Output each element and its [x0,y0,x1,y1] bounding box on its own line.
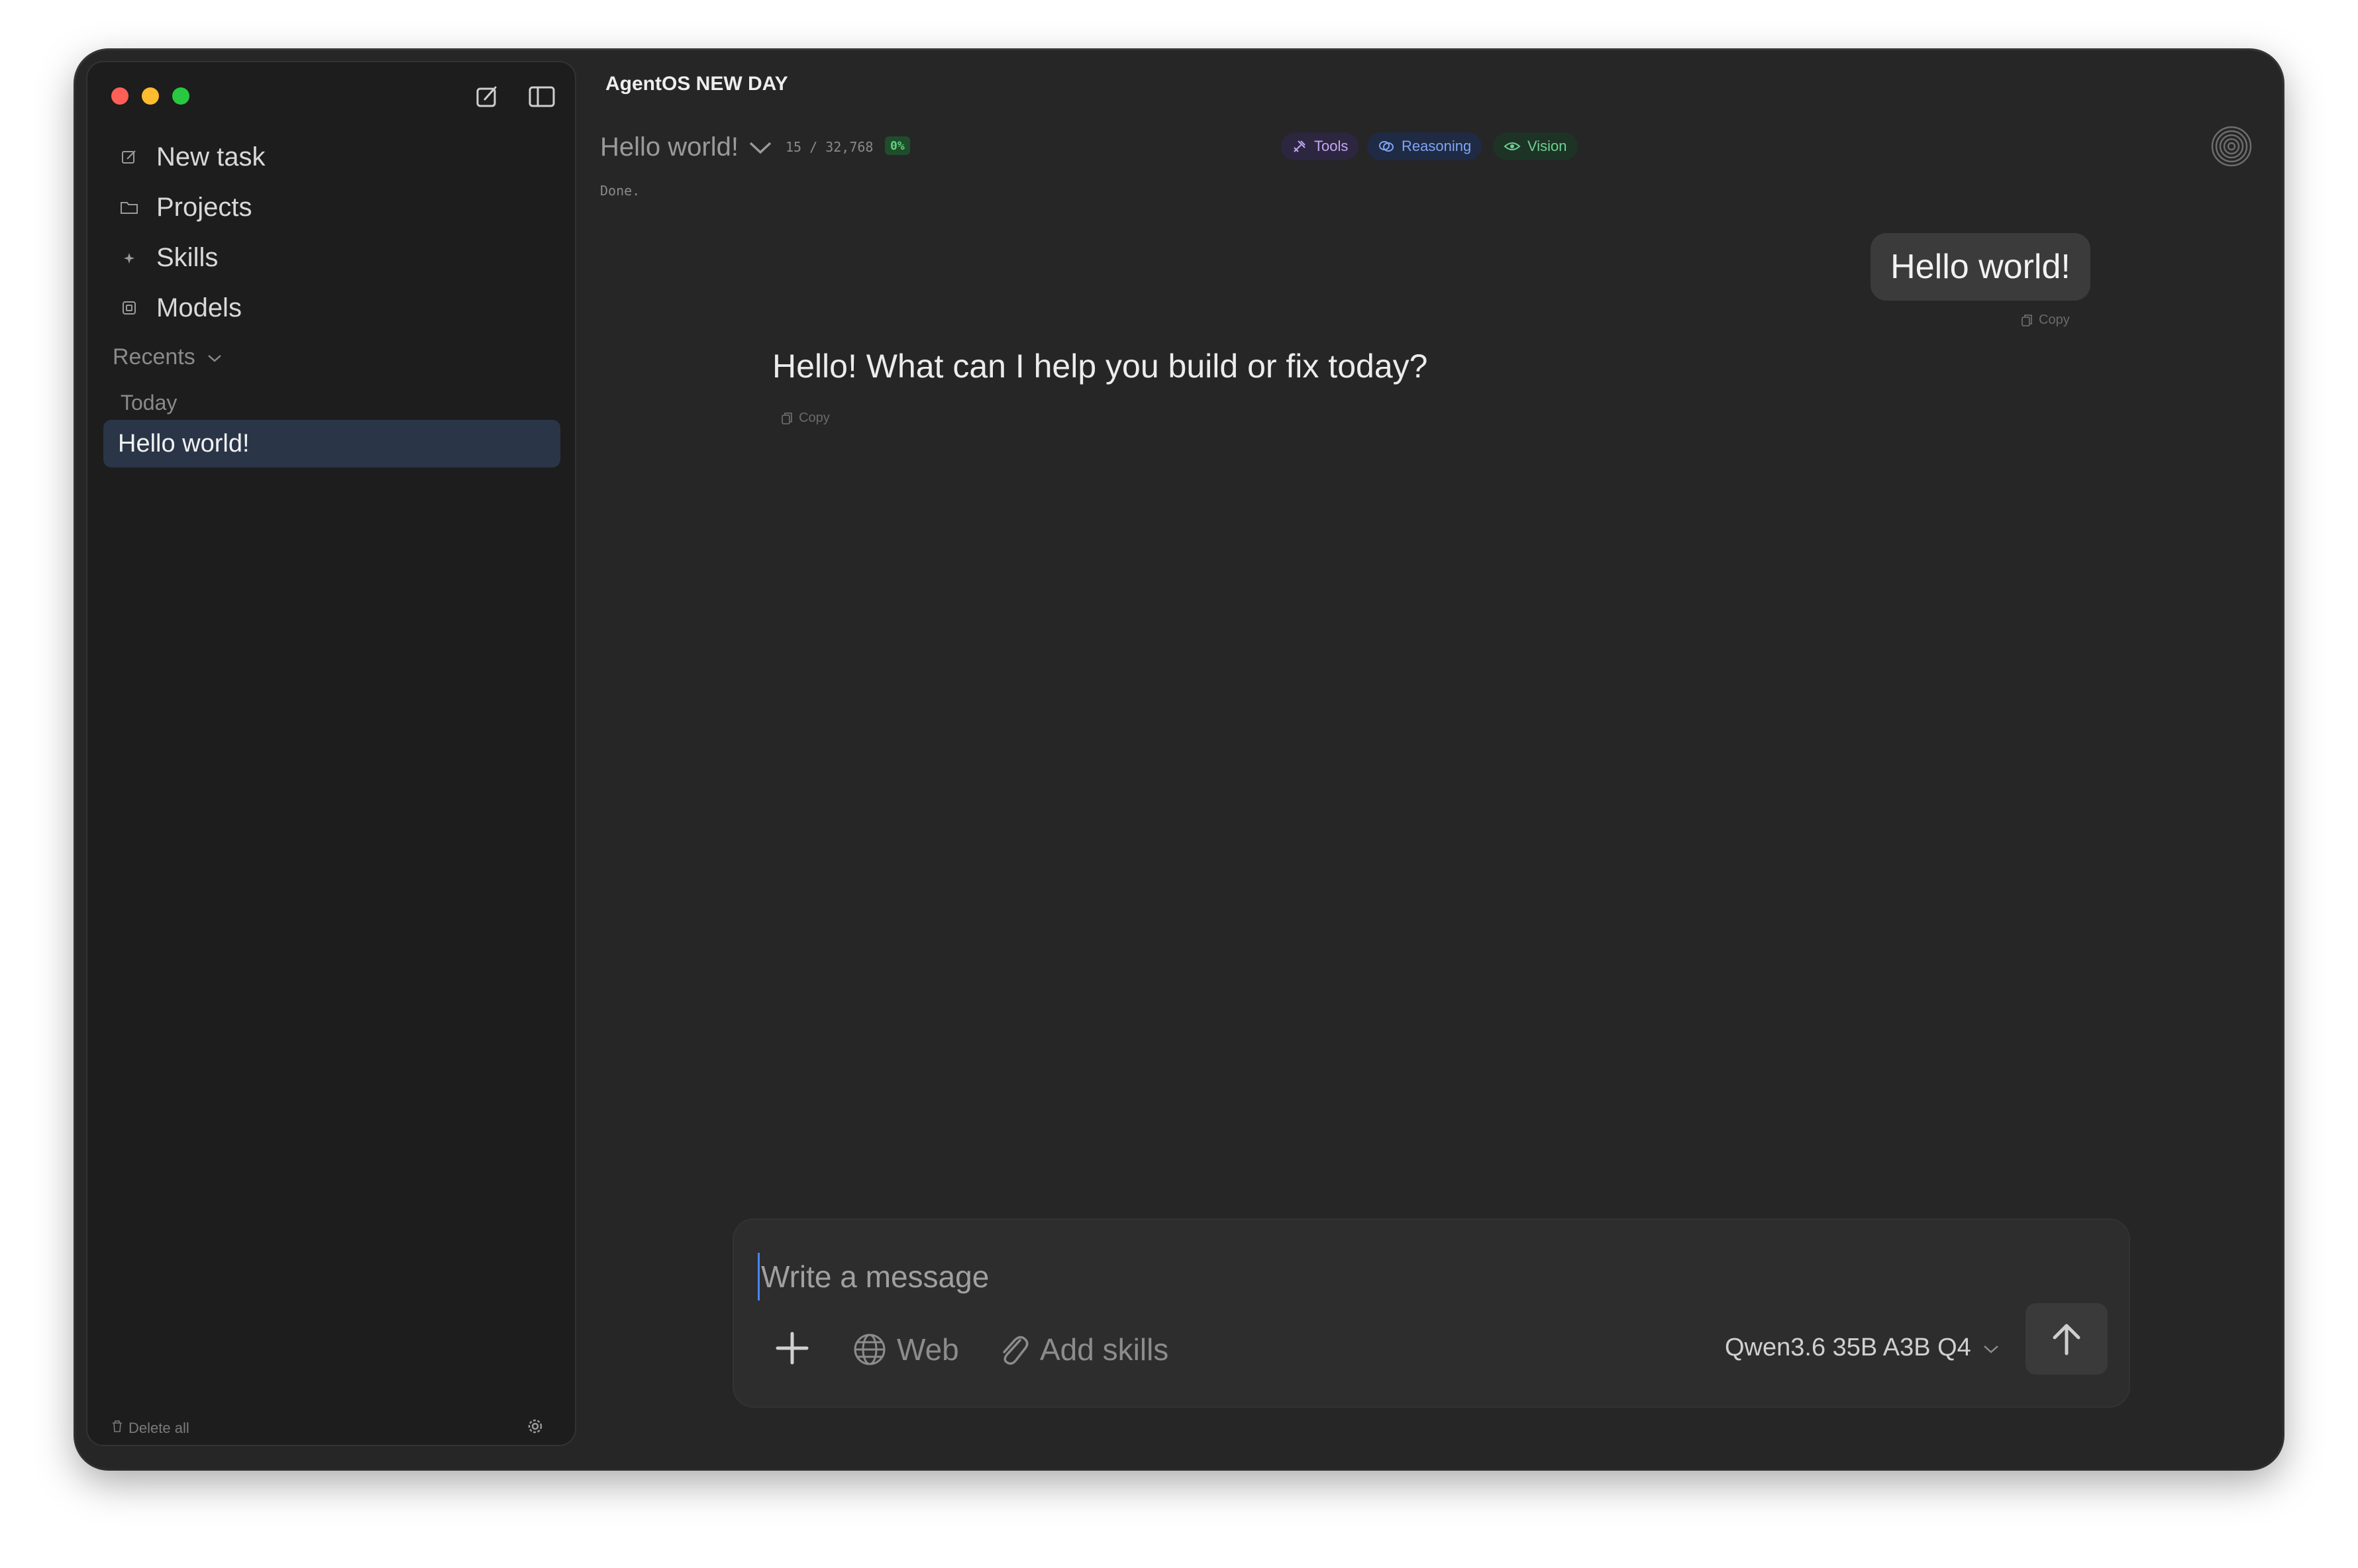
zoom-window-button[interactable] [172,87,189,105]
add-attachment-button[interactable] [771,1327,813,1369]
token-count: 15 / 32,768 [786,139,874,155]
folder-icon [119,197,139,217]
arrow-up-icon [2053,1324,2080,1355]
sidebar-item-label: New task [156,142,266,172]
reasoning-badge: Reasoning [1367,132,1482,160]
add-skills-button[interactable]: Add skills [996,1330,1168,1369]
sidebar-item-new-task[interactable]: New task [119,136,266,177]
recents-group-today: Today [121,391,178,415]
globe-icon [854,1334,886,1365]
message-input[interactable] [758,1253,2021,1300]
status-text: Done. [600,183,641,199]
sidebar-item-label: Models [156,293,242,322]
gear-icon[interactable] [525,1416,546,1437]
assistant-message-text: Hello! What can I help you build or fix … [772,348,1428,385]
eye-icon [1504,142,1521,150]
chat-title-dropdown[interactable]: Hello world! [600,132,773,162]
copy-label: Copy [799,411,830,425]
brain-icon [1379,141,1394,152]
user-message-bubble: Hello world! [1871,233,2090,301]
user-message-text: Hello world! [1890,248,2071,286]
context-usage-badge: 0% [885,136,910,155]
chevron-down-icon [1982,1334,2000,1362]
sidebar: New task Projects Skills Models Recents [86,61,576,1446]
sidebar-item-label: Skills [156,242,219,272]
minimize-window-button[interactable] [142,87,159,105]
copy-icon [782,412,792,424]
copy-label: Copy [2039,313,2070,327]
paperclip-icon [1003,1336,1029,1365]
app-window: New task Projects Skills Models Recents [76,50,2282,1469]
delete-all-button[interactable]: Delete all [111,1420,189,1437]
model-select[interactable]: Qwen3.6 35B A3B Q4 [1725,1334,2000,1362]
close-window-button[interactable] [111,87,128,105]
new-task-compose-icon[interactable] [473,83,502,110]
vision-badge-label: Vision [1527,138,1567,154]
edit-icon [119,147,139,167]
cube-icon [119,298,139,318]
tools-badge-label: Tools [1314,138,1349,154]
sidebar-item-label: Projects [156,192,252,222]
vision-badge: Vision [1493,132,1578,160]
web-label: Web [897,1332,959,1367]
message-composer: Web Add skills Qwen3.6 35B A3B Q4 [733,1218,2130,1408]
tools-icon [1294,140,1306,152]
chat-title: Hello world! [600,132,739,162]
reasoning-badge-label: Reasoning [1402,138,1472,154]
sparkle-icon [119,248,139,268]
sidebar-item-models[interactable]: Models [119,287,242,328]
recent-item[interactable]: Hello world! [103,420,560,467]
chevron-down-icon [206,344,223,370]
trash-icon [111,1420,123,1437]
recents-label: Recents [113,344,195,369]
toggle-sidebar-icon[interactable] [527,83,556,110]
tools-badge: Tools [1281,132,1359,160]
app-title: AgentOS NEW DAY [605,73,788,95]
plus-icon [776,1332,809,1365]
recents-toggle[interactable]: Recents [113,344,223,370]
chevron-down-icon [748,132,773,162]
copy-user-message-button[interactable]: Copy [2020,313,2070,328]
copy-assistant-message-button[interactable]: Copy [780,411,830,426]
delete-all-label: Delete all [128,1420,189,1436]
sidebar-item-skills[interactable]: Skills [119,237,218,278]
fingerprint-icon[interactable] [2210,124,2253,168]
copy-icon [2022,314,2032,326]
model-select-label: Qwen3.6 35B A3B Q4 [1725,1334,1971,1361]
add-skills-label: Add skills [1040,1332,1169,1367]
send-button[interactable] [2025,1303,2108,1375]
recent-item-label: Hello world! [118,429,250,458]
web-search-button[interactable]: Web [852,1330,959,1369]
sidebar-item-projects[interactable]: Projects [119,187,252,228]
